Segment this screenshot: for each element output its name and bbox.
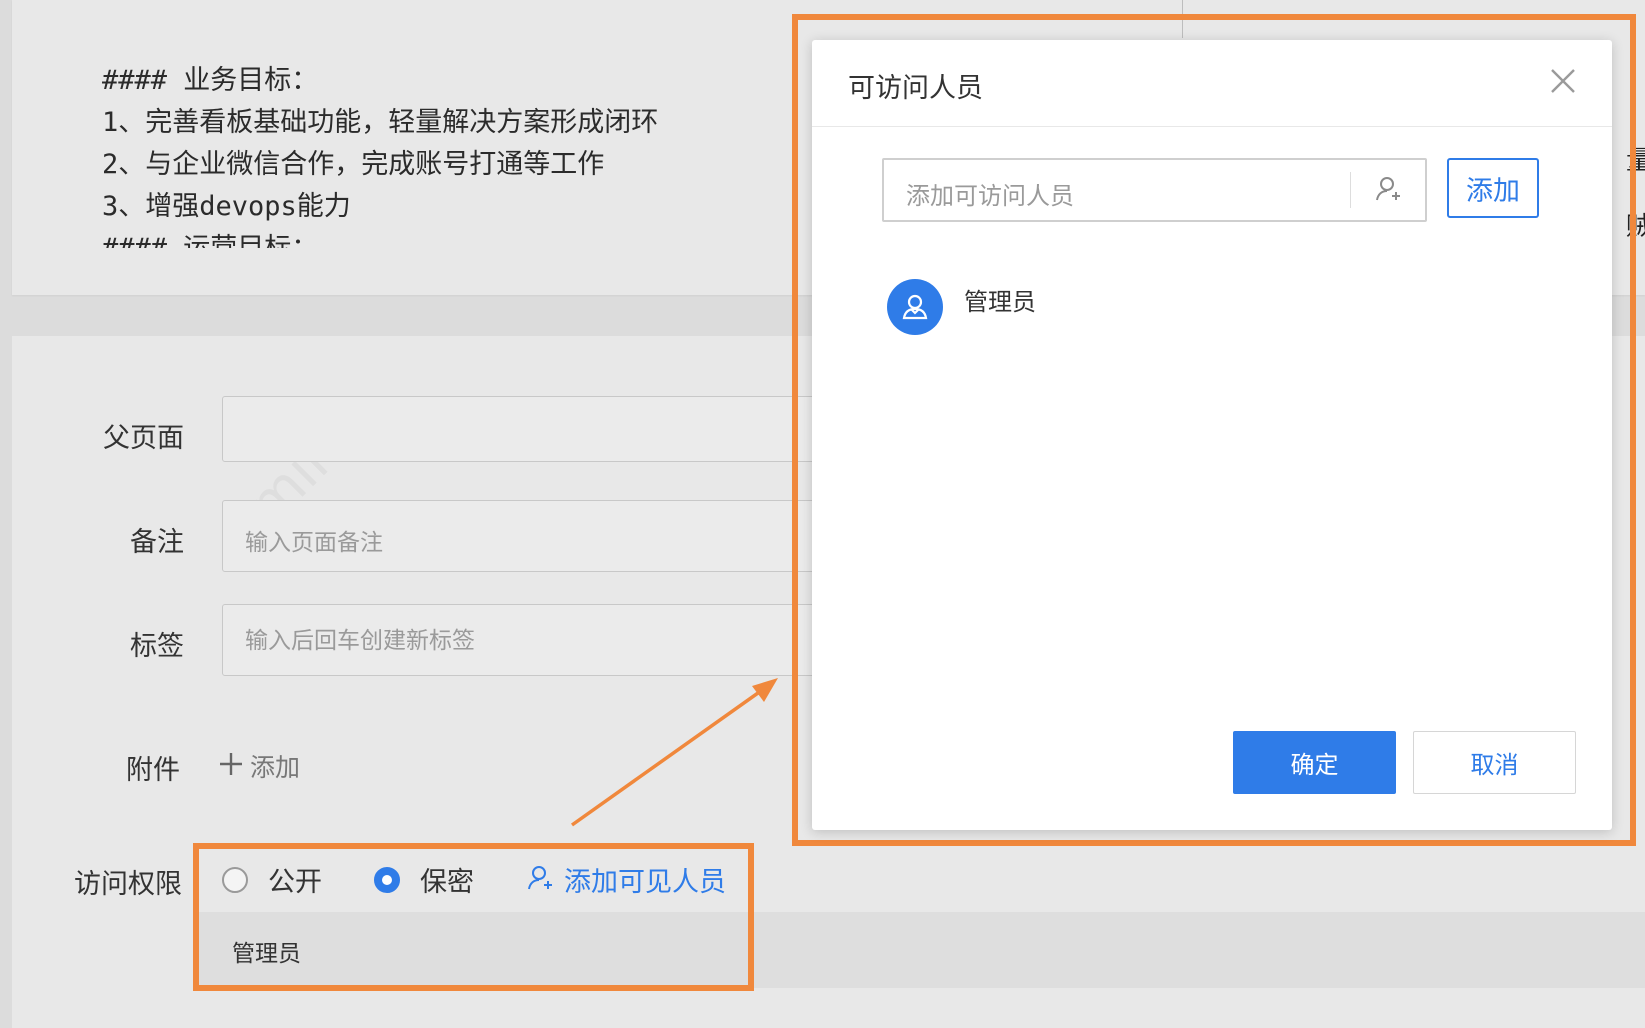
md-line: 1、完善看板基础功能，轻量解决方案形成闭环 <box>102 107 659 138</box>
highlight-box-access <box>193 843 754 991</box>
confirm-button[interactable]: 确定 <box>1233 731 1396 794</box>
annotation-arrow <box>570 678 778 827</box>
markdown-content: #### 业务目标： 1、完善看板基础功能，轻量解决方案形成闭环 2、与企业微信合作… <box>102 18 658 248</box>
remark-input[interactable]: 输入页面备注 <box>222 500 822 572</box>
user-group-icon <box>902 294 928 320</box>
dialog-search-placeholder: 添加可访问人员 <box>906 182 1074 210</box>
parent-page-input[interactable] <box>222 396 822 462</box>
md-line: #### 业务目标： <box>102 65 319 96</box>
dialog-add-button[interactable]: 添加 <box>1447 158 1539 218</box>
tags-input[interactable]: 输入后回车创建新标签 <box>222 604 822 676</box>
tags-placeholder: 输入后回车创建新标签 <box>245 628 475 654</box>
attachment-label: 附件 <box>126 755 180 786</box>
remark-label: 备注 <box>130 527 184 558</box>
parent-page-label: 父页面 <box>103 423 184 454</box>
add-attachment-button[interactable]: 添加 <box>218 748 300 784</box>
dialog-header-divider <box>812 126 1612 127</box>
input-divider <box>1350 172 1351 208</box>
member-name: 管理员 <box>964 288 1036 316</box>
md-line: 3、增强devops能力 <box>102 191 351 222</box>
plus-icon <box>218 751 244 781</box>
cancel-button[interactable]: 取消 <box>1413 731 1576 794</box>
select-user-icon[interactable] <box>1374 174 1404 208</box>
dialog-title: 可访问人员 <box>848 73 983 104</box>
dialog-user-search-input[interactable]: 添加可访问人员 <box>882 158 1427 222</box>
add-attachment-label: 添加 <box>250 753 301 782</box>
tags-label: 标签 <box>130 631 184 662</box>
close-icon[interactable] <box>1546 64 1580 98</box>
md-line: #### 运营目标： <box>102 228 658 248</box>
md-line: 2、与企业微信合作，完成账号打通等工作 <box>102 149 605 180</box>
access-label: 访问权限 <box>74 869 182 900</box>
remark-placeholder: 输入页面备注 <box>245 530 383 556</box>
avatar <box>887 279 943 335</box>
